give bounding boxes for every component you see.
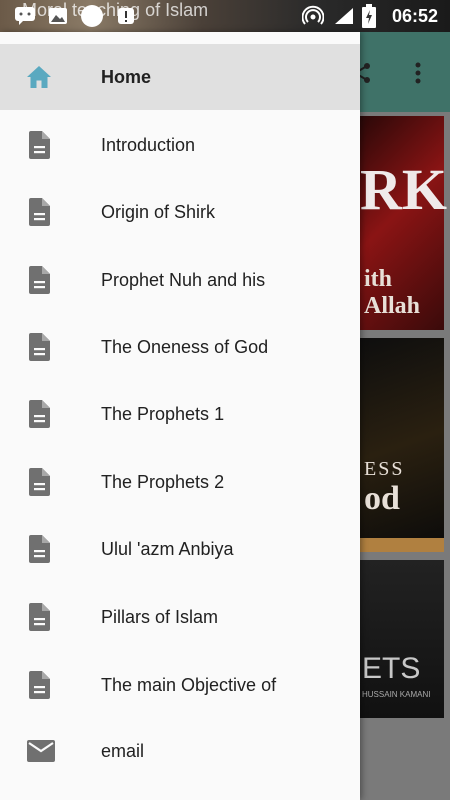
document-icon	[26, 535, 52, 563]
drawer-item-label: The main Objective of	[101, 674, 277, 695]
content-card[interactable]: RK ith Allah	[360, 116, 447, 330]
document-icon	[26, 198, 52, 226]
content-card[interactable]: ESS od	[360, 338, 444, 552]
card-title: RK	[360, 157, 447, 222]
drawer-item-label: Origin of Shirk	[101, 201, 216, 222]
drawer-item-label: Ulul 'azm Anbiya	[101, 538, 234, 559]
drawer-item-oneness-of-god[interactable]: The Oneness of God	[0, 314, 360, 380]
document-icon	[26, 671, 52, 699]
drawer-item-origin-of-shirk[interactable]: Origin of Shirk	[0, 179, 360, 245]
card-banner	[360, 538, 444, 552]
circle-icon	[80, 4, 104, 33]
card-subtitle: ith Allah	[364, 266, 421, 319]
drawer-item-ulul-azm-anbiya[interactable]: Ulul 'azm Anbiya	[0, 516, 360, 582]
card-title: ETS	[362, 652, 421, 685]
app-toolbar	[352, 32, 450, 112]
card-title: ESS	[364, 458, 405, 480]
drawer-item-label: email	[101, 740, 145, 761]
drawer-item-label: The Oneness of God	[101, 336, 269, 357]
card-subtitle: HUSSAIN KAMANI	[362, 690, 431, 699]
drawer-item-label: Prophet Nuh and his	[101, 269, 266, 290]
navigation-drawer: Home Introduction Origin of Shirk Prophe…	[0, 32, 360, 800]
signal-icon	[334, 7, 354, 30]
image-icon	[48, 6, 68, 31]
drawer-item-home[interactable]: Home	[0, 44, 360, 110]
drawer-top-strip	[0, 32, 360, 44]
home-icon	[26, 64, 52, 90]
drawer-item-label: The Prophets 1	[101, 403, 225, 424]
drawer-item-prophets-2[interactable]: The Prophets 2	[0, 449, 360, 515]
document-icon	[26, 131, 52, 159]
document-icon	[26, 468, 52, 496]
card-subtitle: od	[364, 480, 400, 517]
document-icon	[26, 400, 52, 428]
status-bar-time: 06:52	[391, 6, 438, 26]
drawer-item-label: The Prophets 2	[101, 471, 225, 492]
status-bar: Moral teaching of Islam 06:52	[0, 0, 450, 32]
document-icon	[26, 266, 52, 294]
drawer-item-main-objective[interactable]: The main Objective of	[0, 652, 360, 718]
document-icon	[26, 333, 52, 361]
drawer-item-prophet-nuh[interactable]: Prophet Nuh and his	[0, 247, 360, 313]
drawer-item-pillars-of-islam[interactable]: Pillars of Islam	[0, 584, 360, 650]
drawer-item-prophets-1[interactable]: The Prophets 1	[0, 381, 360, 447]
messenger-icon	[14, 6, 36, 31]
mail-icon	[26, 738, 56, 764]
hotspot-icon	[301, 5, 325, 32]
content-card[interactable]: ETS HUSSAIN KAMANI	[360, 560, 444, 718]
drawer-item-introduction[interactable]: Introduction	[0, 112, 360, 178]
drawer-item-email[interactable]: email	[0, 718, 360, 784]
drawer-item-label: Introduction	[101, 134, 196, 155]
battery-icon	[362, 4, 376, 33]
alert-icon	[116, 6, 136, 31]
drawer-item-label: Pillars of Islam	[101, 606, 219, 627]
document-icon	[26, 603, 52, 631]
overflow-menu-icon[interactable]	[414, 62, 422, 89]
drawer-item-label: Home	[101, 66, 152, 87]
